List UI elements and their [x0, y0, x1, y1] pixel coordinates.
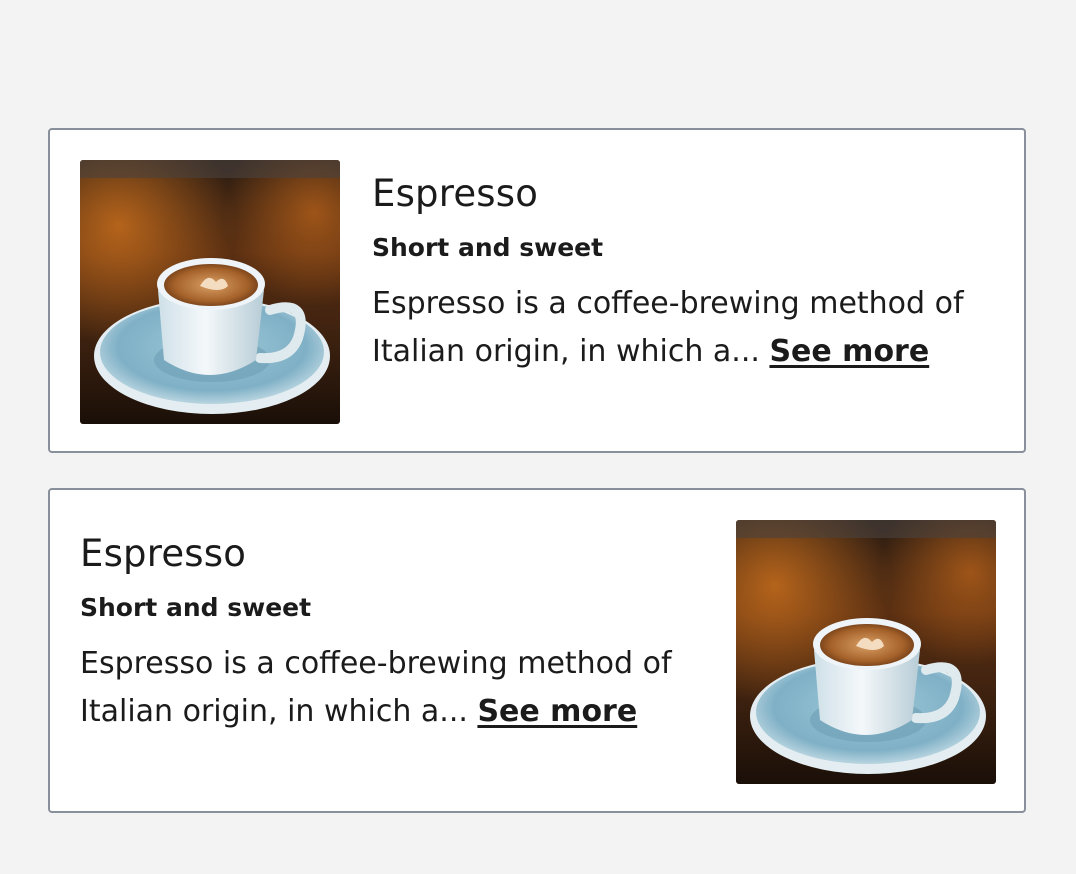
card-description: Espresso is a coffee-brewing method of I…: [372, 280, 992, 376]
card-content: Espresso Short and sweet Espresso is a c…: [372, 168, 1012, 376]
espresso-photo: [80, 160, 340, 424]
espresso-photo: [736, 520, 996, 784]
card-subtitle: Short and sweet: [372, 233, 604, 262]
card-title: Espresso: [80, 532, 247, 575]
card-subtitle: Short and sweet: [80, 593, 312, 622]
card-title: Espresso: [372, 172, 539, 215]
card-content: Espresso Short and sweet Espresso is a c…: [80, 528, 720, 736]
see-more-link[interactable]: See more: [477, 694, 637, 729]
see-more-link[interactable]: See more: [769, 334, 929, 369]
card-description: Espresso is a coffee-brewing method of I…: [80, 640, 700, 736]
media-card-image-left: Espresso Short and sweet Espresso is a c…: [48, 128, 1026, 453]
media-card-image-right: Espresso Short and sweet Espresso is a c…: [48, 488, 1026, 813]
